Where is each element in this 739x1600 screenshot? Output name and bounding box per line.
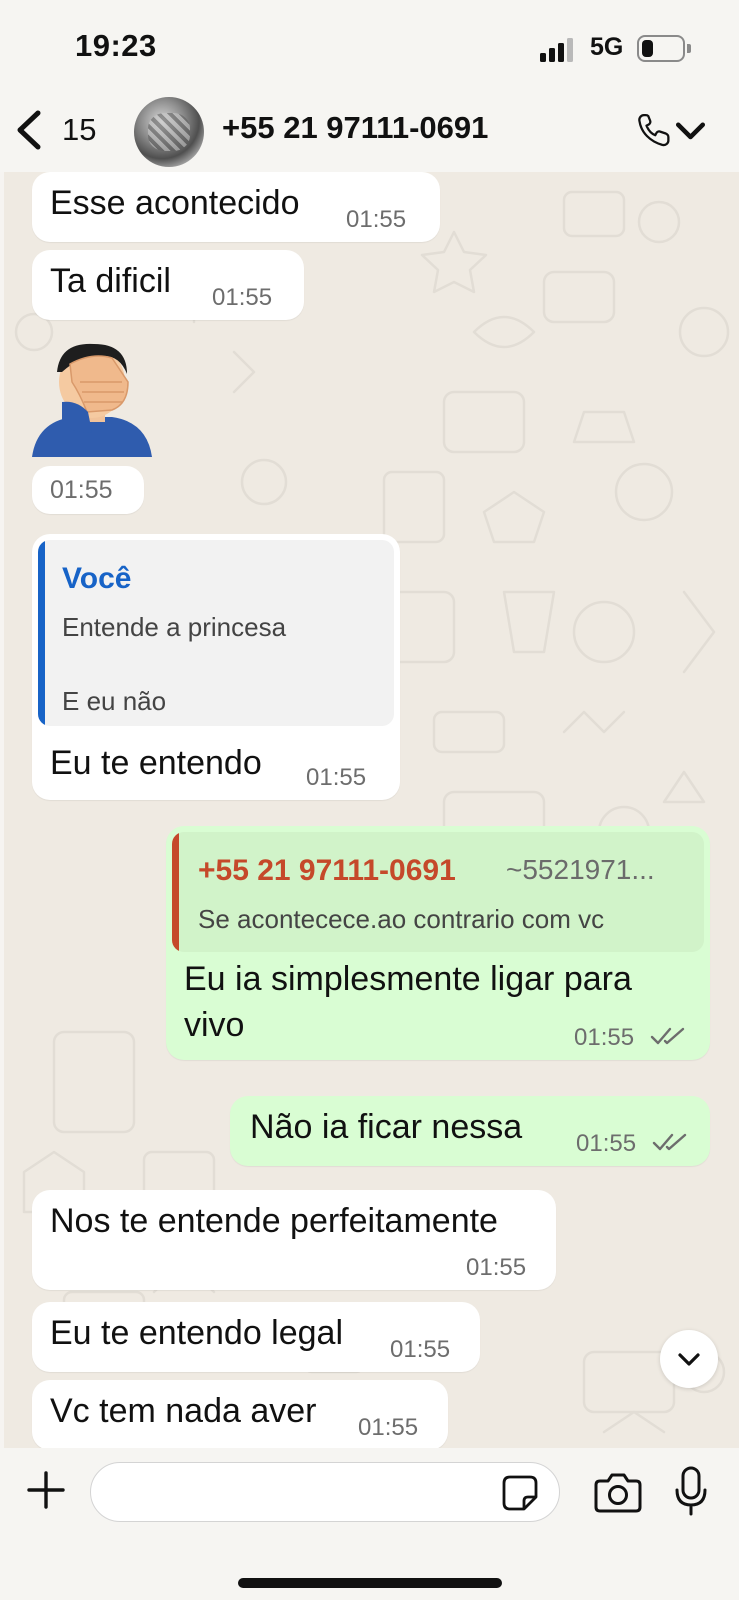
message-bubble-outgoing[interactable]: Não ia ficar nessa 01:55 bbox=[230, 1096, 710, 1166]
chevron-left-icon bbox=[17, 110, 41, 150]
message-bubble[interactable]: Nos te entende perfeitamente 01:55 bbox=[32, 1190, 556, 1290]
double-check-icon bbox=[650, 1027, 685, 1045]
message-text: Esse acontecido bbox=[50, 184, 300, 222]
message-bubble[interactable]: Vc tem nada aver 01:55 bbox=[32, 1380, 448, 1448]
sticker-time-bubble: 01:55 bbox=[32, 466, 144, 514]
quote-accent-bar bbox=[38, 540, 45, 726]
message-time: 01:55 bbox=[306, 764, 367, 791]
chevron-down-icon bbox=[675, 122, 706, 140]
message-text: Eu te entendo bbox=[50, 744, 262, 782]
message-text: Ta dificil bbox=[50, 262, 171, 300]
quote-author: Você bbox=[62, 562, 132, 595]
message-time: 01:55 bbox=[390, 1336, 451, 1363]
quote-text: Se acontecece.ao contrario com vc bbox=[198, 904, 605, 934]
phone-icon bbox=[638, 113, 670, 147]
quote-text: Entende a princesa bbox=[62, 612, 287, 642]
contact-avatar[interactable] bbox=[134, 97, 204, 167]
message-time: 01:55 bbox=[346, 206, 407, 233]
quote-text: E eu não bbox=[62, 686, 167, 716]
message-text: vivo bbox=[184, 1006, 245, 1044]
status-bar: 19:23 5G bbox=[0, 0, 739, 95]
message-time: 01:55 bbox=[212, 284, 273, 311]
message-time: 01:55 bbox=[576, 1130, 637, 1157]
facepalm-emoji-sticker[interactable] bbox=[32, 342, 152, 457]
message-bubble-outgoing[interactable]: +55 21 97111-0691 ~5521971... Se acontec… bbox=[166, 826, 710, 1060]
call-button[interactable] bbox=[636, 105, 708, 155]
message-bubble[interactable]: Esse acontecido 01:55 bbox=[32, 172, 440, 242]
signal-icon bbox=[540, 38, 576, 62]
contact-name[interactable]: +55 21 97111-0691 bbox=[222, 110, 488, 146]
message-text: Não ia ficar nessa bbox=[250, 1108, 523, 1146]
message-time: 01:55 bbox=[574, 1024, 635, 1051]
sticker-icon[interactable] bbox=[502, 1475, 538, 1511]
chevron-down-icon bbox=[678, 1353, 700, 1366]
quote-accent-bar bbox=[172, 832, 179, 952]
message-text: Eu te entendo legal bbox=[50, 1314, 344, 1352]
quote-author-alias: ~5521971... bbox=[506, 854, 655, 885]
message-input[interactable] bbox=[90, 1462, 560, 1522]
message-time: 01:55 bbox=[466, 1254, 527, 1281]
double-check-icon bbox=[652, 1133, 687, 1151]
back-button[interactable]: 15 bbox=[12, 105, 107, 155]
chat-area[interactable]: Esse acontecido 01:55 Ta dificil 01:55 0… bbox=[4, 172, 739, 1448]
message-bubble[interactable]: Ta dificil 01:55 bbox=[32, 250, 304, 320]
message-bubble[interactable]: Você Entende a princesa E eu não Eu te e… bbox=[32, 534, 400, 800]
message-text: Nos te entende perfeitamente bbox=[50, 1202, 498, 1240]
camera-icon[interactable] bbox=[594, 1471, 642, 1513]
home-indicator[interactable] bbox=[238, 1578, 502, 1588]
network-type: 5G bbox=[590, 33, 624, 61]
battery-icon bbox=[637, 35, 685, 62]
chat-header: 15 +55 21 97111-0691 bbox=[0, 95, 739, 172]
quote-author: +55 21 97111-0691 bbox=[198, 854, 456, 887]
message-text: Eu ia simplesmente ligar para bbox=[184, 960, 632, 998]
battery-cap bbox=[687, 44, 691, 53]
message-bubble[interactable]: Eu te entendo legal 01:55 bbox=[32, 1302, 480, 1372]
message-time: 01:55 bbox=[358, 1414, 419, 1441]
message-composer bbox=[0, 1448, 739, 1600]
unread-count: 15 bbox=[62, 112, 97, 147]
message-time: 01:55 bbox=[50, 476, 113, 504]
quoted-message[interactable]: +55 21 97111-0691 ~5521971... Se acontec… bbox=[172, 832, 704, 952]
plus-icon[interactable] bbox=[26, 1470, 66, 1510]
message-text: Vc tem nada aver bbox=[50, 1392, 317, 1430]
scroll-to-bottom-button[interactable] bbox=[660, 1330, 718, 1388]
microphone-icon[interactable] bbox=[674, 1466, 708, 1516]
quoted-message[interactable]: Você Entende a princesa E eu não bbox=[38, 540, 394, 726]
status-time: 19:23 bbox=[75, 28, 157, 63]
